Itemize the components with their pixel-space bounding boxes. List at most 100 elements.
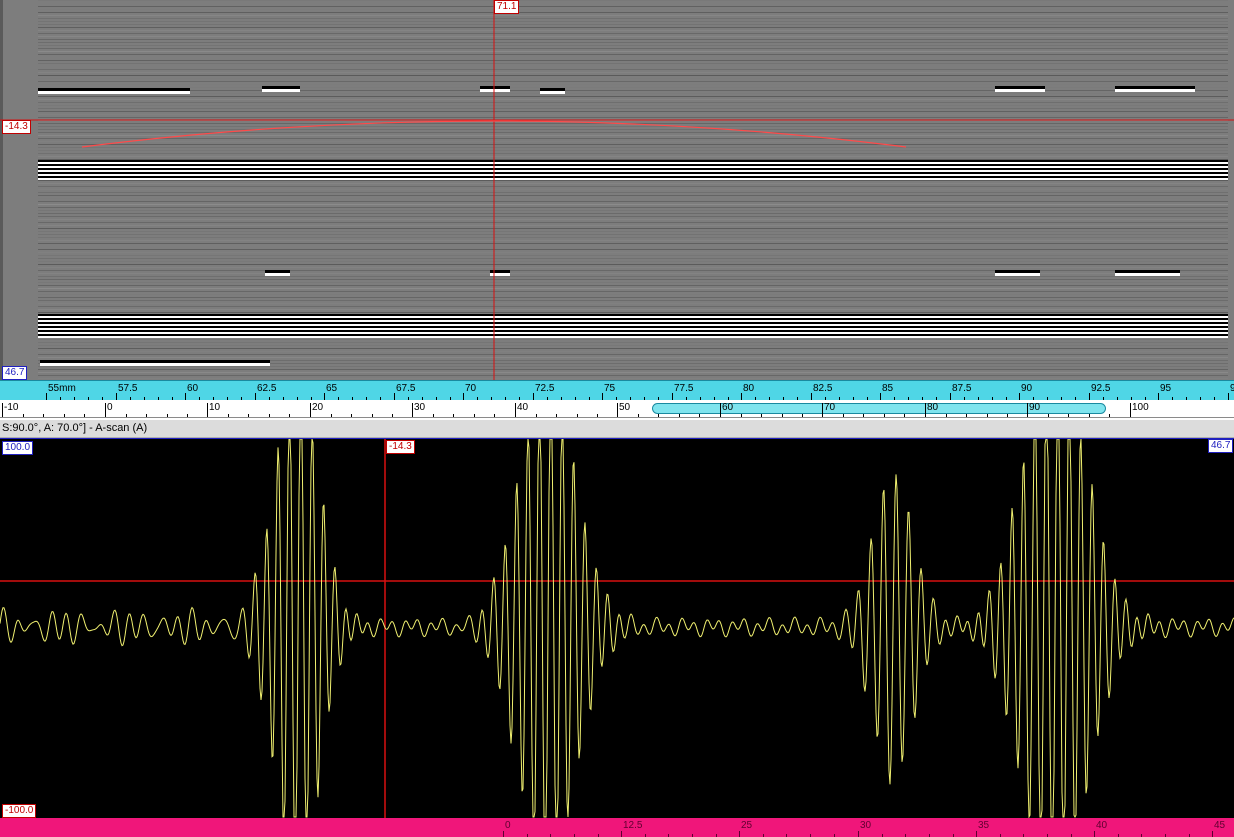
ruler-tick	[46, 393, 47, 400]
ruler-minor-tick	[1048, 414, 1049, 417]
ruler-tick	[976, 831, 977, 837]
ruler-minor-tick	[536, 414, 537, 417]
ruler-minor-tick	[1109, 414, 1110, 417]
ascan-view[interactable]: 100.0 -14.3 46.7 -100.0	[0, 438, 1234, 819]
ruler-tick-label: 70	[824, 402, 836, 413]
ruler-tick-label: 100	[1132, 402, 1149, 413]
amp-bottom-label: -100.0	[2, 804, 37, 818]
ruler-tick-label: 62.5	[257, 383, 277, 394]
ruler-tick	[811, 393, 812, 400]
ruler-minor-tick	[84, 414, 85, 417]
ruler-tick-label: 65	[326, 383, 338, 394]
ruler-tick-label: 57.5	[118, 383, 138, 394]
ascan-title: S:90.0°, A: 70.0°] - A-scan (A)	[2, 422, 148, 434]
ruler-tick	[463, 393, 464, 400]
ruler-tick-label: 90	[1029, 402, 1041, 413]
ruler-tick-label: 95	[1160, 383, 1172, 394]
ruler-minor-tick	[658, 414, 659, 417]
ruler-tick-label: 90	[1021, 383, 1033, 394]
ruler-tick	[739, 831, 740, 837]
ruler-minor-tick	[269, 414, 270, 417]
ruler-tick-label: 92.5	[1091, 383, 1111, 394]
ruler-tick	[741, 393, 742, 400]
ruler-minor-tick	[248, 414, 249, 417]
ruler-minor-tick	[289, 414, 290, 417]
ascan-waveform	[0, 439, 1234, 819]
ruler-tick-label: -10	[4, 402, 19, 413]
ruler-tick-label: 82.5	[813, 383, 833, 394]
ruler-tick-label: 50	[619, 402, 631, 413]
ruler-tick-label: 77.5	[674, 383, 694, 394]
ruler-tick-label: 75	[604, 383, 616, 394]
cursor-x-label: 71.1	[494, 0, 520, 14]
ruler-tick	[1158, 393, 1159, 400]
ruler-tick-label: 80	[743, 383, 755, 394]
ruler-tick	[1094, 831, 1095, 837]
ruler-tick	[720, 403, 721, 417]
ruler-tick	[672, 393, 673, 400]
ruler-tick	[1019, 393, 1020, 400]
ruler-minor-tick	[146, 414, 147, 417]
ascan-title-bar: S:90.0°, A: 70.0°] - A-scan (A)	[0, 420, 1234, 438]
ruler-tick	[880, 393, 881, 400]
ruler-minor-tick	[187, 414, 188, 417]
ruler-tick	[1228, 393, 1229, 400]
ruler-tick-label: 55mm	[48, 383, 76, 394]
cursor-y-label: -14.3	[2, 120, 31, 134]
amp-top-label: 100.0	[2, 441, 34, 455]
ruler-tick-label: 70	[465, 383, 477, 394]
ruler-tick	[185, 393, 186, 400]
ruler-tick-label: 72.5	[535, 383, 555, 394]
ruler-tick-label: 35	[978, 820, 990, 831]
ruler-tick	[255, 393, 256, 400]
ruler-tick-label: 20	[312, 402, 324, 413]
bscan-image	[0, 0, 1234, 380]
ruler-minor-tick	[782, 414, 783, 417]
ruler-tick-label: 67.5	[396, 383, 416, 394]
ruler-minor-tick	[577, 414, 578, 417]
ruler-tick	[310, 403, 311, 417]
ruler-tick-label: 60	[187, 383, 199, 394]
ruler-minor-tick	[904, 414, 905, 417]
ruler-minor-tick	[802, 414, 803, 417]
ruler-minor-tick	[843, 414, 844, 417]
scan-axis-ruler[interactable]: 55mm 57.5 60 62.5 65 67.5 70 72.5 75 77.5 80 82.5 85…	[0, 380, 1234, 401]
ruler-tick	[324, 393, 325, 400]
ruler-minor-tick	[372, 414, 373, 417]
ruler-minor-tick	[597, 414, 598, 417]
ruler-minor-tick	[946, 414, 947, 417]
ruler-minor-tick	[884, 414, 885, 417]
ruler-tick	[105, 403, 106, 417]
ruler-minor-tick	[474, 414, 475, 417]
ruler-tick	[858, 831, 859, 837]
ruler-tick	[822, 403, 823, 417]
ruler-minor-tick	[126, 414, 127, 417]
ruler-tick	[950, 393, 951, 400]
gate-label: -14.3	[386, 440, 415, 454]
ruler-minor-tick	[1089, 414, 1090, 417]
ruler-minor-tick	[1068, 414, 1069, 417]
ruler-minor-tick	[741, 414, 742, 417]
ruler-minor-tick	[392, 414, 393, 417]
ruler-tick	[1027, 403, 1028, 417]
ruler-minor-tick	[1007, 414, 1008, 417]
ruler-tick-label: 0	[505, 820, 511, 831]
ruler-tick	[533, 393, 534, 400]
bscan-depth-label: 46.7	[2, 366, 28, 380]
ruler-tick	[1212, 831, 1213, 837]
ruler-minor-tick	[863, 414, 864, 417]
ruler-tick	[617, 403, 618, 417]
ruler-minor-tick	[43, 414, 44, 417]
ruler-minor-tick	[64, 414, 65, 417]
ruler-tick-label: 85	[882, 383, 894, 394]
depth-axis-ruler[interactable]: 0 12.5 25 30 35 40 45	[0, 818, 1234, 837]
ruler-tick-label: 40	[517, 402, 529, 413]
ruler-tick	[116, 393, 117, 400]
ruler-tick-label: 9	[1230, 383, 1234, 394]
ruler-tick-label: 30	[414, 402, 426, 413]
ruler-minor-tick	[699, 414, 700, 417]
ruler-tick-label: 0	[107, 402, 113, 413]
bscan-view[interactable]: 71.1 -14.3 46.7	[0, 0, 1234, 380]
index-axis-ruler[interactable]: -10 0 10 20 30 40 50 60 70 80 90 100	[0, 400, 1234, 418]
ruler-minor-tick	[761, 414, 762, 417]
